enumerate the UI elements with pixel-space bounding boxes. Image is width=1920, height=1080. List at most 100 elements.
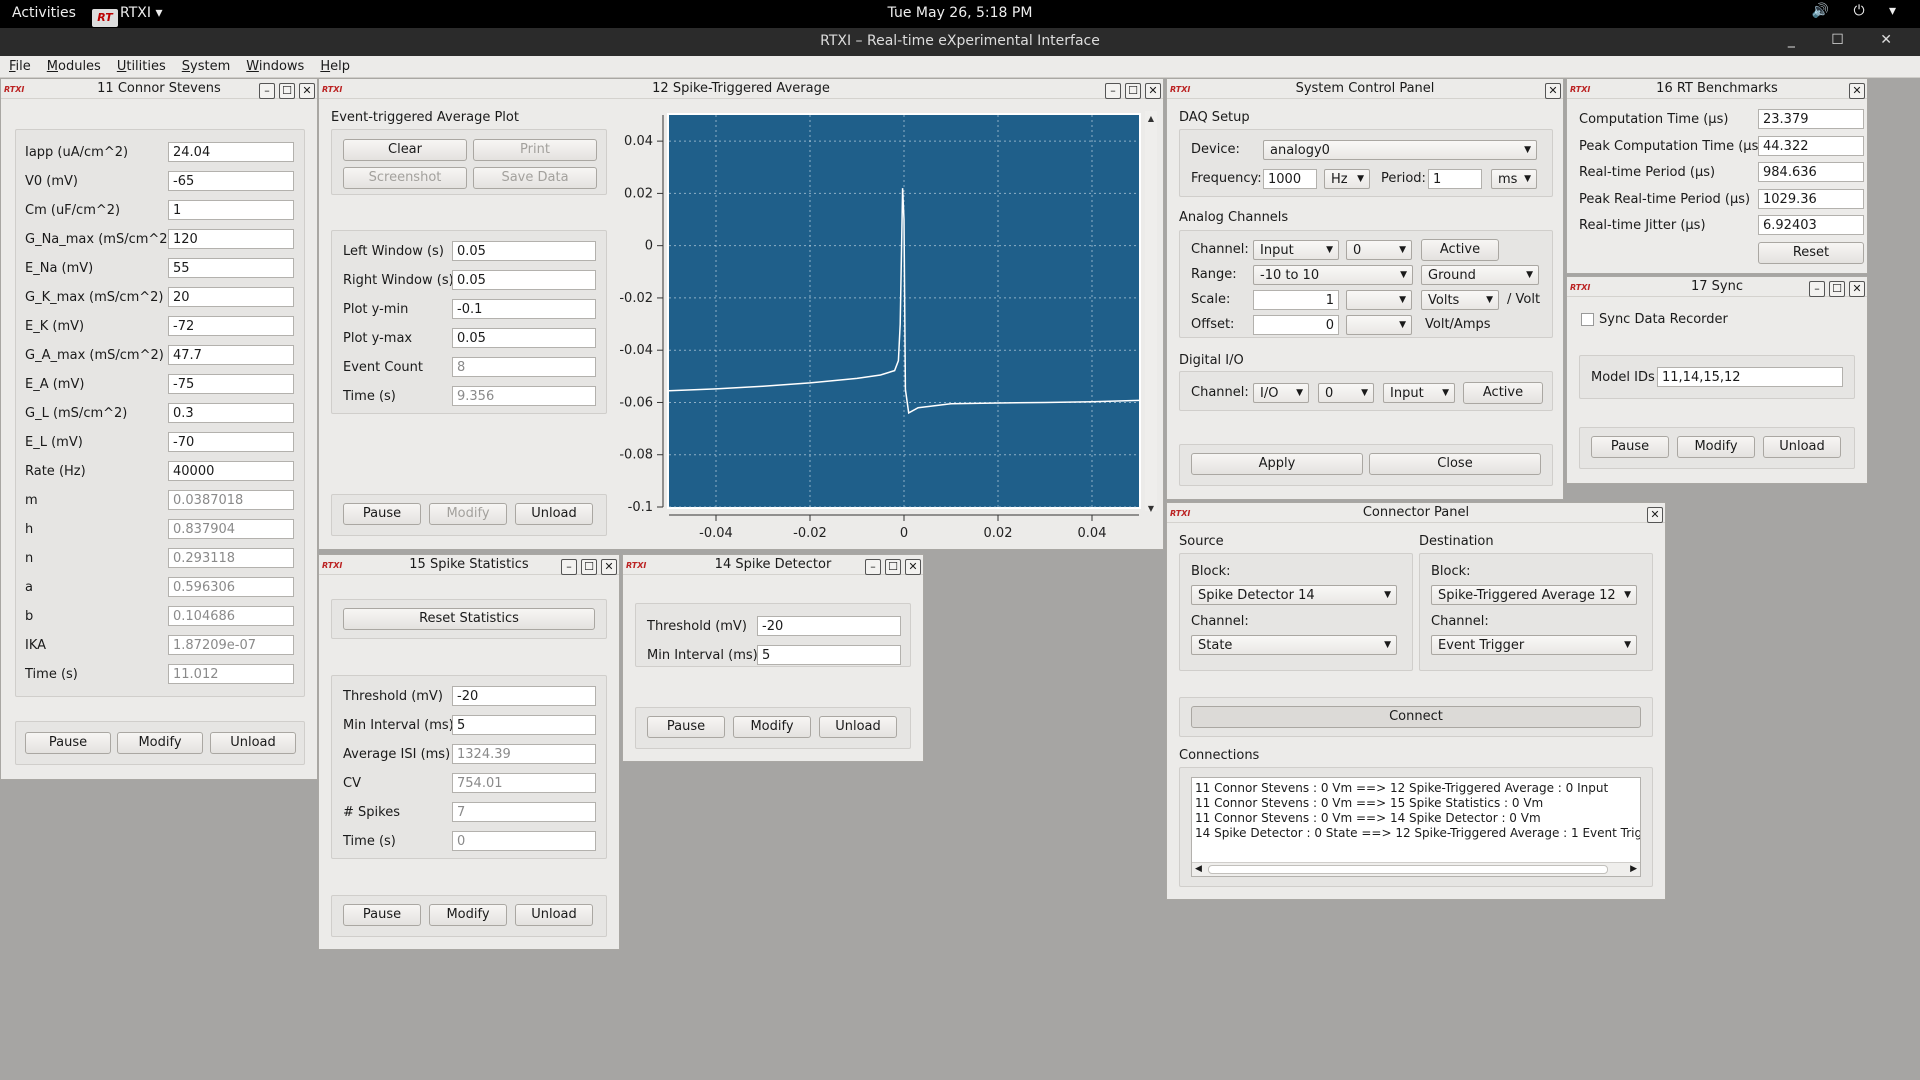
window-titlebar[interactable]: RTXI 15 Spike Statistics – ☐ ✕ <box>319 555 619 575</box>
analog-active-button[interactable]: Active <box>1421 239 1499 261</box>
menu-windows[interactable]: Windows <box>237 56 311 74</box>
modify-button[interactable]: Modify <box>117 732 203 754</box>
g-l-ms-cm-2-input[interactable]: 0.3 <box>168 403 294 423</box>
g-a-max-ms-cm-2-input[interactable]: 47.7 <box>168 345 294 365</box>
window-controls[interactable]: _ ☐ ✕ <box>1788 32 1908 48</box>
destination-channel-select[interactable]: Event Trigger ▼ <box>1431 635 1637 655</box>
maximize-icon[interactable]: ☐ <box>279 83 295 99</box>
model-ids-input[interactable]: 11,14,15,12 <box>1657 367 1843 387</box>
threshold-mv-input[interactable]: -20 <box>452 686 596 706</box>
menu-utilities[interactable]: Utilities <box>108 56 173 74</box>
left-window-s-input[interactable]: 0.05 <box>452 241 596 261</box>
min-interval-input[interactable]: 5 <box>757 645 901 665</box>
range-select[interactable]: -10 to 10 ▼ <box>1253 265 1413 285</box>
window-titlebar[interactable]: RTXI 16 RT Benchmarks ✕ <box>1567 79 1867 99</box>
unload-button[interactable]: Unload <box>515 904 593 926</box>
rate-hz-input[interactable]: 40000 <box>168 461 294 481</box>
source-channel-select[interactable]: State ▼ <box>1191 635 1397 655</box>
close-icon[interactable]: ✕ <box>1647 507 1663 523</box>
analog-channel-number-select[interactable]: 0 ▼ <box>1346 240 1412 260</box>
unload-button[interactable]: Unload <box>1763 436 1841 458</box>
system-tray[interactable]: 🔊 ⏻ ▾ <box>1812 3 1906 19</box>
scroll-right-icon[interactable]: ▶ <box>1630 863 1637 876</box>
g-na-max-ms-cm-2-input[interactable]: 120 <box>168 229 294 249</box>
scale-unit-select[interactable]: Volts ▼ <box>1421 290 1499 310</box>
minimize-icon[interactable]: – <box>1809 281 1825 297</box>
pause-button[interactable]: Pause <box>343 503 421 525</box>
frequency-input[interactable]: 1000 <box>1263 169 1317 189</box>
minimize-icon[interactable]: – <box>865 559 881 575</box>
connection-item[interactable]: 11 Connor Stevens : 0 Vm ==> 14 Spike De… <box>1195 811 1640 826</box>
v0-mv-input[interactable]: -65 <box>168 171 294 191</box>
connect-button[interactable]: Connect <box>1191 706 1641 728</box>
window-titlebar[interactable]: RTXI 14 Spike Detector – ☐ ✕ <box>623 555 923 575</box>
sync-data-recorder-checkbox[interactable] <box>1581 313 1594 326</box>
minimize-icon[interactable]: – <box>259 83 275 99</box>
window-titlebar[interactable]: RTXI 12 Spike-Triggered Average – ☐ ✕ <box>319 79 1163 99</box>
e-a-mv-input[interactable]: -75 <box>168 374 294 394</box>
maximize-icon[interactable]: ☐ <box>885 559 901 575</box>
pause-button[interactable]: Pause <box>1591 436 1669 458</box>
minimize-icon[interactable]: – <box>1105 83 1121 99</box>
connections-list[interactable]: 11 Connor Stevens : 0 Vm ==> 12 Spike-Tr… <box>1191 777 1641 877</box>
maximize-icon[interactable]: ☐ <box>1829 281 1845 297</box>
right-window-s-input[interactable]: 0.05 <box>452 270 596 290</box>
menu-help[interactable]: Help <box>311 56 357 74</box>
modify-button[interactable]: Modify <box>733 716 811 738</box>
device-select[interactable]: analogy0 ▼ <box>1263 140 1537 160</box>
analog-channel-type-select[interactable]: Input ▼ <box>1253 240 1339 260</box>
connection-item[interactable]: 11 Connor Stevens : 0 Vm ==> 15 Spike St… <box>1195 796 1640 811</box>
unload-button[interactable]: Unload <box>515 503 593 525</box>
close-icon[interactable]: ✕ <box>1849 281 1865 297</box>
frequency-unit-select[interactable]: Hz ▼ <box>1324 169 1370 189</box>
modify-button[interactable]: Modify <box>1677 436 1755 458</box>
e-na-mv-input[interactable]: 55 <box>168 258 294 278</box>
digital-channel-number-select[interactable]: 0 ▼ <box>1318 383 1374 403</box>
close-icon[interactable]: ✕ <box>601 559 617 575</box>
close-icon[interactable]: ✕ <box>1545 83 1561 99</box>
e-l-mv-input[interactable]: -70 <box>168 432 294 452</box>
menu-file[interactable]: File <box>0 56 38 74</box>
cm-uf-cm-2-input[interactable]: 1 <box>168 200 294 220</box>
pause-button[interactable]: Pause <box>343 904 421 926</box>
window-titlebar[interactable]: RTXI 11 Connor Stevens – ☐ ✕ <box>1 79 317 99</box>
offset-prefix-select[interactable]: ▼ <box>1346 315 1412 335</box>
apply-button[interactable]: Apply <box>1191 453 1363 475</box>
plot-y-max-input[interactable]: 0.05 <box>452 328 596 348</box>
window-titlebar[interactable]: RTXI Connector Panel ✕ <box>1167 503 1665 523</box>
period-unit-select[interactable]: ms ▼ <box>1491 169 1537 189</box>
connection-item[interactable]: 14 Spike Detector : 0 State ==> 12 Spike… <box>1195 826 1640 841</box>
scrollbar-thumb[interactable] <box>1208 865 1608 874</box>
print-button[interactable]: Print <box>473 139 597 161</box>
destination-block-select[interactable]: Spike-Triggered Average 12 ▼ <box>1431 585 1637 605</box>
reference-select[interactable]: Ground ▼ <box>1421 265 1539 285</box>
reset-button[interactable]: Reset <box>1758 242 1864 264</box>
modify-button[interactable]: Modify <box>429 904 507 926</box>
clear-button[interactable]: Clear <box>343 139 467 161</box>
reset-statistics-button[interactable]: Reset Statistics <box>343 608 595 630</box>
e-k-mv-input[interactable]: -72 <box>168 316 294 336</box>
plot-y-min-input[interactable]: -0.1 <box>452 299 596 319</box>
horizontal-scrollbar[interactable]: ◀ ▶ <box>1192 862 1640 876</box>
scroll-down-icon[interactable]: ▼ <box>1148 504 1155 513</box>
close-icon[interactable]: ✕ <box>299 83 315 99</box>
scale-input[interactable]: 1 <box>1253 290 1339 310</box>
connection-item[interactable]: 11 Connor Stevens : 0 Vm ==> 12 Spike-Tr… <box>1195 781 1640 796</box>
threshold-input[interactable]: -20 <box>757 616 901 636</box>
unload-button[interactable]: Unload <box>210 732 296 754</box>
save-data-button[interactable]: Save Data <box>473 167 597 189</box>
scroll-up-icon[interactable]: ▲ <box>1148 114 1155 123</box>
window-titlebar[interactable]: RTXI 17 Sync – ☐ ✕ <box>1567 277 1867 297</box>
scale-prefix-select[interactable]: ▼ <box>1346 290 1412 310</box>
screenshot-button[interactable]: Screenshot <box>343 167 467 189</box>
window-titlebar[interactable]: RTXI System Control Panel ✕ <box>1167 79 1563 99</box>
min-interval-ms-input[interactable]: 5 <box>452 715 596 735</box>
close-icon[interactable]: ✕ <box>1849 83 1865 99</box>
digital-direction-select[interactable]: Input ▼ <box>1383 383 1455 403</box>
offset-input[interactable]: 0 <box>1253 315 1339 335</box>
close-icon[interactable]: ✕ <box>905 559 921 575</box>
minimize-icon[interactable]: – <box>561 559 577 575</box>
menu-modules[interactable]: Modules <box>38 56 108 74</box>
iapp-ua-cm-2-input[interactable]: 24.04 <box>168 142 294 162</box>
scroll-left-icon[interactable]: ◀ <box>1195 863 1202 876</box>
